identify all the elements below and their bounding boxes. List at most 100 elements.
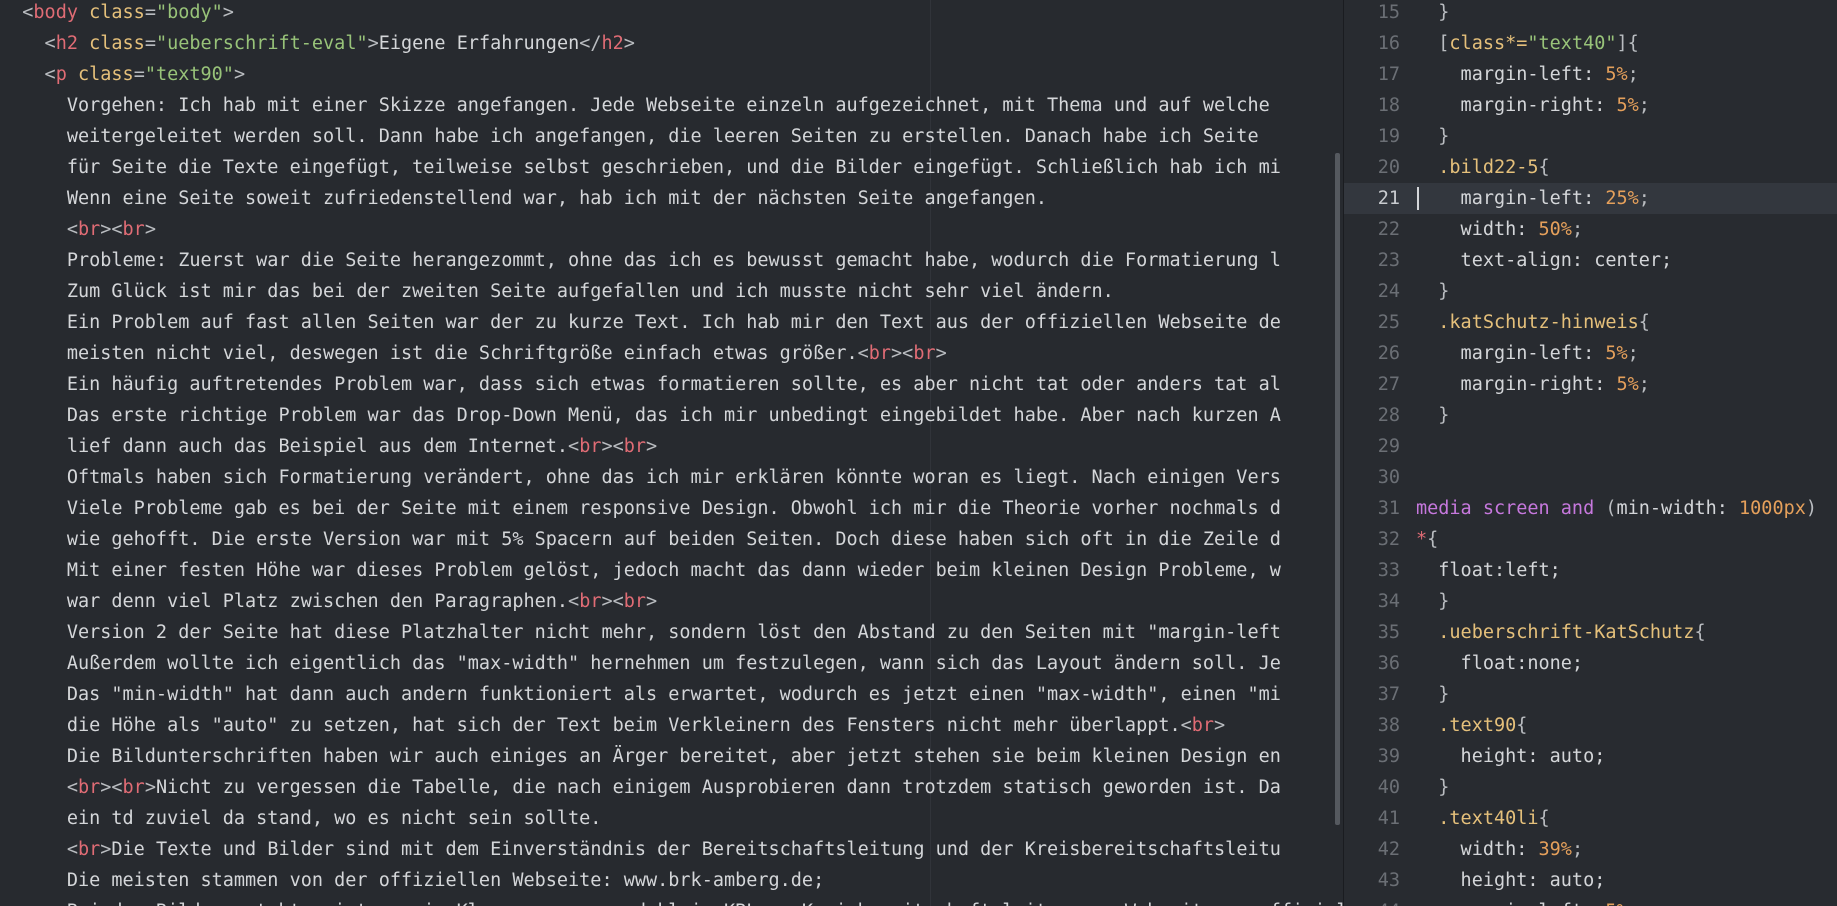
code-line[interactable]: für Seite die Texte eingefügt, teilweise…: [0, 152, 1343, 183]
code-line[interactable]: meisten nicht viel, deswegen ist die Sch…: [0, 338, 1343, 369]
code-line[interactable]: 15 }: [1344, 0, 1837, 28]
code-line[interactable]: 41 .text40li{: [1344, 803, 1837, 834]
code-text: }: [1416, 586, 1449, 617]
code-line[interactable]: Wenn eine Seite soweit zufriedenstellend…: [0, 183, 1343, 214]
code-line[interactable]: Das erste richtige Problem war das Drop-…: [0, 400, 1343, 431]
code-line[interactable]: 26 margin-left: 5%;: [1344, 338, 1837, 369]
code-token: war denn viel Platz zwischen den Paragra…: [0, 591, 569, 612]
code-token: br: [77, 839, 101, 860]
code-line[interactable]: Vorgehen: Ich hab mit einer Skizze angef…: [0, 90, 1343, 121]
code-token: 1000px: [1739, 498, 1806, 519]
code-line[interactable]: 42 width: 39%;: [1344, 834, 1837, 865]
code-line[interactable]: Das "min-width" hat dann auch andern fun…: [0, 679, 1343, 710]
code-line[interactable]: 19 }: [1344, 121, 1837, 152]
code-text: .ueberschrift-KatSchutz{: [1416, 617, 1705, 648]
css-editor-pane[interactable]: 15 } 16 [class*="text40"]{17 margin-left:…: [1344, 0, 1837, 906]
code-line[interactable]: Viele Probleme gab es bei der Seite mit …: [0, 493, 1343, 524]
code-line[interactable]: <p class="text90">: [0, 59, 1343, 90]
code-text: float:left;: [1416, 555, 1561, 586]
code-token: ;: [1571, 219, 1584, 240]
code-line[interactable]: 29: [1344, 431, 1837, 462]
code-line[interactable]: <h2 class="ueberschrift-eval">Eigene Erf…: [0, 28, 1343, 59]
code-line[interactable]: 27 margin-right: 5%;: [1344, 369, 1837, 400]
code-line[interactable]: Oftmals haben sich Formatierung veränder…: [0, 462, 1343, 493]
code-token: ><: [100, 777, 123, 798]
code-line[interactable]: Die Bildunterschriften haben wir auch ei…: [0, 741, 1343, 772]
code-line[interactable]: 23 text-align: center;: [1344, 245, 1837, 276]
code-line[interactable]: <body class="body">: [0, 0, 1343, 28]
code-token: <: [857, 343, 869, 364]
code-token: margin-left:: [1416, 343, 1606, 364]
code-line[interactable]: 22 width: 50%;: [1344, 214, 1837, 245]
code-line[interactable]: 43 height: auto;: [1344, 865, 1837, 896]
code-line[interactable]: 28 }: [1344, 400, 1837, 431]
code-line[interactable]: Bei den Bildern steht meistens ein Kl...…: [0, 896, 1343, 906]
code-token: ;: [1628, 901, 1639, 906]
code-line[interactable]: wie gehofft. Die erste Version war mit 5…: [0, 524, 1343, 555]
code-line[interactable]: weitergeleitet werden soll. Dann habe ic…: [0, 121, 1343, 152]
active-code-line[interactable]: 21 margin-left: 25%;: [1344, 183, 1837, 214]
code-line[interactable]: Version 2 der Seite hat diese Platzhalte…: [0, 617, 1343, 648]
code-line[interactable]: 16 [class*="text40"]{: [1344, 28, 1837, 59]
code-token: }: [1416, 126, 1450, 147]
code-line[interactable]: die Höhe als "auto" zu setzen, hat sich …: [0, 710, 1343, 741]
code-line[interactable]: 44 margin-left: 5%;: [1344, 896, 1837, 906]
code-line[interactable]: 32 *{: [1344, 524, 1837, 555]
code-token: >: [222, 2, 234, 23]
code-line[interactable]: Zum Glück ist mir das bei der zweiten Se…: [0, 276, 1343, 307]
code-line[interactable]: <br><br>Nicht zu vergessen die Tabelle, …: [0, 772, 1343, 803]
code-line[interactable]: 24 }: [1344, 276, 1837, 307]
code-token: >: [144, 777, 156, 798]
code-token: Eigene Erfahrungen: [378, 33, 580, 54]
editor-scrollbar[interactable]: [1335, 153, 1340, 825]
code-line[interactable]: 35 .ueberschrift-KatSchutz{: [1344, 617, 1837, 648]
code-token: weitergeleitet werden soll. Dann habe ic…: [0, 126, 1259, 147]
code-line[interactable]: 39 height: auto;: [1344, 741, 1837, 772]
code-line[interactable]: Probleme: Zuerst war die Seite herangezo…: [0, 245, 1343, 276]
code-line[interactable]: 25 .katSchutz-hinweis{: [1344, 307, 1837, 338]
code-line[interactable]: 37 }: [1344, 679, 1837, 710]
code-line[interactable]: lief dann auch das Beispiel aus dem Inte…: [0, 431, 1343, 462]
code-token: float:left;: [1416, 560, 1561, 581]
code-line[interactable]: Die meisten stammen von der offiziellen …: [0, 865, 1343, 896]
code-line[interactable]: 33 float:left;: [1344, 555, 1837, 586]
code-line[interactable]: 30: [1344, 462, 1837, 493]
code-token: br: [579, 436, 602, 457]
code-line[interactable]: <br><br>: [0, 214, 1343, 245]
code-token: br: [623, 436, 647, 457]
code-line[interactable]: 36 float:none;: [1344, 648, 1837, 679]
code-token: ;: [1571, 839, 1584, 860]
code-token: =: [144, 2, 156, 23]
code-token: <: [0, 777, 78, 798]
code-line[interactable]: 18 margin-right: 5%;: [1344, 90, 1837, 121]
code-text: *{: [1416, 524, 1438, 555]
code-line[interactable]: Ein Problem auf fast allen Seiten war de…: [0, 307, 1343, 338]
code-token: media screen and: [1416, 498, 1606, 519]
code-line[interactable]: ein td zuviel da stand, wo es nicht sein…: [0, 803, 1343, 834]
code-token: p: [55, 64, 67, 85]
code-text: .katSchutz-hinweis{: [1416, 307, 1650, 338]
html-editor-pane[interactable]: <body class="body"> <h2 class="ueberschr…: [0, 0, 1343, 906]
code-line[interactable]: 34 }: [1344, 586, 1837, 617]
code-text: margin-left: 5%;: [1416, 896, 1639, 906]
code-line[interactable]: 38 .text90{: [1344, 710, 1837, 741]
code-line[interactable]: Mit einer festen Höhe war dieses Problem…: [0, 555, 1343, 586]
code-token: >: [935, 343, 947, 364]
code-token: }: [1416, 684, 1450, 705]
code-line[interactable]: Außerdem wollte ich eigentlich das "max-…: [0, 648, 1343, 679]
code-token: height: auto;: [1416, 746, 1606, 767]
code-line[interactable]: war denn viel Platz zwischen den Paragra…: [0, 586, 1343, 617]
code-token: Das erste richtige Problem war das Drop-…: [0, 405, 1281, 426]
code-line[interactable]: 20 .bild22-5{: [1344, 152, 1837, 183]
code-token: {: [1638, 312, 1650, 333]
code-line[interactable]: 17 margin-left: 5%;: [1344, 59, 1837, 90]
code-line[interactable]: Ein häufig auftretendes Problem war, das…: [0, 369, 1343, 400]
line-number: 42: [1377, 839, 1400, 860]
code-line[interactable]: 31 media screen and (min-width: 1000px): [1344, 493, 1837, 524]
code-line[interactable]: 40 }: [1344, 772, 1837, 803]
code-line[interactable]: <br>Die Texte und Bilder sind mit dem Ei…: [0, 834, 1343, 865]
code-text: .bild22-5{: [1416, 152, 1549, 183]
code-text: margin-left: 5%;: [1416, 338, 1639, 369]
code-token: .bild22-5: [1416, 157, 1539, 178]
